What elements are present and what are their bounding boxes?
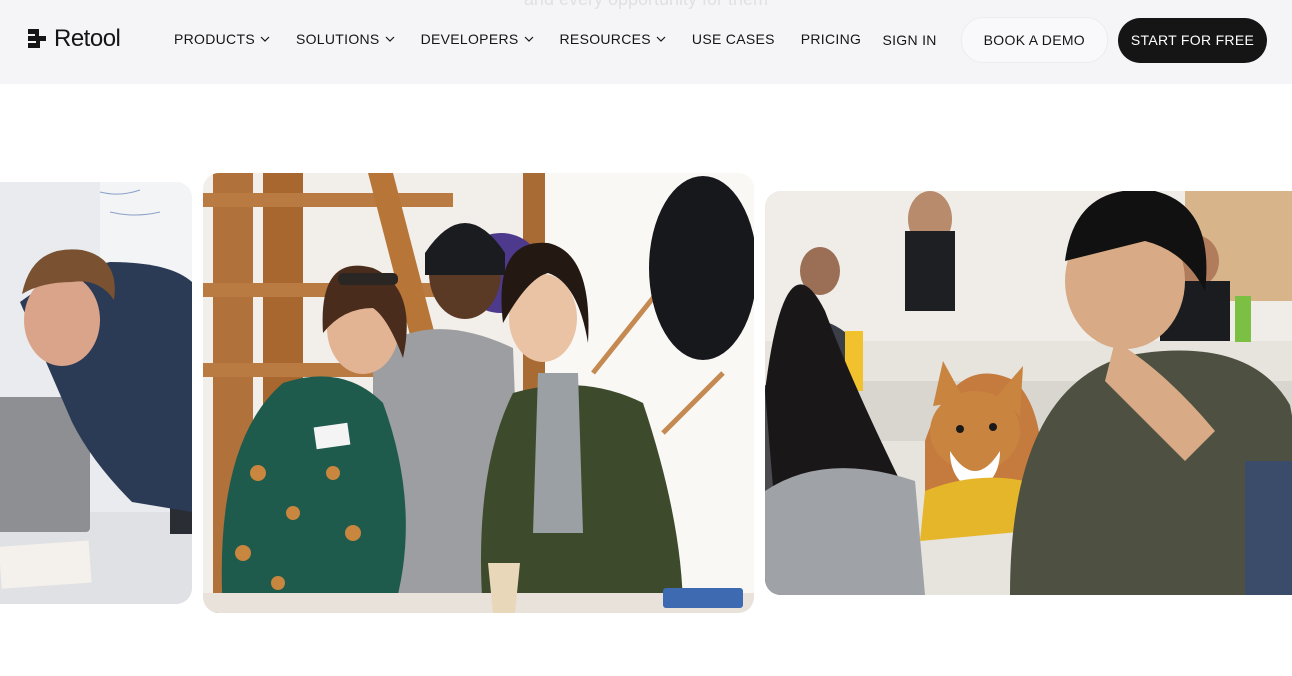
start-for-free-button[interactable]: START FOR FREE [1118, 17, 1267, 63]
nav-products[interactable]: PRODUCTS [174, 28, 270, 50]
retool-logo-icon [28, 29, 48, 49]
chevron-down-icon [524, 36, 533, 42]
team-member-at-laptop-photo [0, 182, 192, 604]
book-demo-button[interactable]: BOOK A DEMO [960, 17, 1108, 63]
office-corgi-with-team-photo [765, 191, 1292, 595]
nav-developers[interactable]: DEVELOPERS [421, 28, 534, 50]
sign-in-link[interactable]: SIGN IN [882, 32, 936, 48]
header-actions: SIGN IN BOOK A DEMO START FOR FREE [882, 17, 1267, 63]
three-teammates-smiling-photo [203, 173, 754, 613]
nav-use-cases-label: USE CASES [691, 31, 775, 47]
nav-solutions[interactable]: SOLUTIONS [296, 28, 395, 50]
chevron-down-icon [260, 36, 270, 42]
nav-pricing[interactable]: PRICING [801, 28, 861, 50]
nav-resources-label: RESOURCES [559, 31, 651, 47]
nav-developers-label: DEVELOPERS [420, 31, 519, 47]
nav-solutions-label: SOLUTIONS [295, 31, 380, 47]
chevron-down-icon [385, 36, 395, 42]
main-nav: PRODUCTS SOLUTIONS DEVELOPERS RESOURCES … [174, 28, 887, 50]
retool-logo-link[interactable]: Retool [28, 25, 121, 53]
nav-products-label: PRODUCTS [174, 31, 255, 47]
nav-use-cases[interactable]: USE CASES [692, 28, 775, 50]
nav-resources[interactable]: RESOURCES [560, 28, 666, 50]
nav-pricing-label: PRICING [800, 31, 862, 47]
site-header: and every opportunity for them Retool PR… [0, 0, 1292, 84]
chevron-down-icon [656, 36, 666, 42]
logo-wordmark: Retool [54, 25, 121, 52]
